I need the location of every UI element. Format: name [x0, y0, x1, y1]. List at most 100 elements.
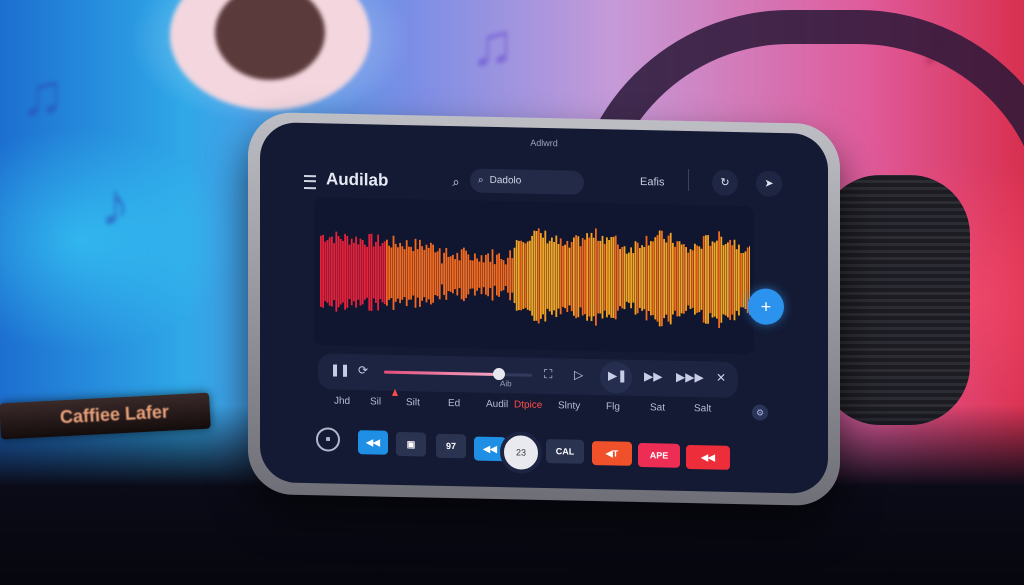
- redo-button[interactable]: ↻: [712, 169, 738, 197]
- ape-button[interactable]: APE: [638, 443, 680, 469]
- waveform-bar: [491, 249, 494, 301]
- label-silt[interactable]: Silt: [406, 397, 420, 408]
- headphones-cup: [820, 175, 970, 425]
- waveform-bar: [421, 246, 423, 301]
- label-sat[interactable]: Sat: [650, 402, 665, 413]
- waveform-bar: [454, 259, 456, 290]
- waveform[interactable]: [320, 197, 750, 354]
- progress-slider[interactable]: [384, 367, 532, 381]
- waveform-bar: [573, 237, 575, 316]
- waveform-bar: [438, 248, 441, 300]
- fast-forward-icon[interactable]: ▶▶: [644, 369, 662, 383]
- waveform-bar: [535, 230, 538, 321]
- waveform-bar: [632, 253, 635, 303]
- waveform-bar: [617, 244, 619, 311]
- waveform-bar: [496, 254, 498, 296]
- label-salt[interactable]: Salt: [694, 403, 711, 414]
- add-button[interactable]: +: [748, 288, 784, 326]
- label-audil[interactable]: Audil: [486, 399, 508, 410]
- waveform-bar: [476, 258, 478, 291]
- waveform-bar: [698, 246, 701, 313]
- waveform-bar: [366, 246, 369, 298]
- waveform-bar: [652, 241, 655, 316]
- waveform-bar: [597, 240, 600, 314]
- waveform-bar: [427, 247, 430, 300]
- label-flg[interactable]: Flg: [606, 401, 620, 412]
- waveform-bar: [401, 246, 404, 300]
- waveform-bar: [621, 246, 624, 309]
- play-icon[interactable]: ▷: [574, 368, 583, 382]
- label-slnty[interactable]: Slnty: [558, 400, 580, 411]
- waveform-bar: [744, 251, 747, 310]
- waveform-bar: [711, 241, 714, 318]
- waveform-bar: [370, 233, 373, 312]
- waveform-bar: [614, 235, 617, 320]
- shuffle-icon[interactable]: ✕: [716, 371, 726, 385]
- waveform-bar: [720, 236, 723, 323]
- redo-icon: ↻: [720, 176, 730, 189]
- label-jhd[interactable]: Jhd: [334, 396, 350, 407]
- divider: [688, 169, 689, 192]
- settings-icon[interactable]: ⚙: [752, 404, 768, 421]
- waveform-bar: [346, 235, 349, 308]
- waveform-bar: [419, 239, 421, 307]
- waveform-bar: [335, 231, 338, 312]
- trim-button[interactable]: ◀T: [592, 441, 632, 466]
- value-97-button[interactable]: 97: [436, 434, 466, 459]
- waveform-bar: [518, 240, 520, 311]
- waveform-bar: [559, 238, 562, 315]
- waveform-bar: [443, 252, 445, 295]
- search-input[interactable]: ⌕ Dadolo: [470, 168, 584, 195]
- menu-icon[interactable]: [304, 174, 316, 190]
- cal-button[interactable]: CAL: [546, 438, 584, 464]
- rewind-button[interactable]: ◀◀: [358, 430, 388, 455]
- label-dtpice[interactable]: Dtpice: [514, 399, 542, 411]
- label-ed[interactable]: Ed: [448, 398, 460, 409]
- waveform-bar: [544, 230, 547, 322]
- waveform-bar: [658, 230, 661, 327]
- waveform-bar: [612, 236, 615, 319]
- waveform-bar: [709, 245, 712, 314]
- top-caption: Adlwrd: [530, 137, 558, 149]
- action-buttons: ◀◀ ▣ 97 ◀◀ CAL ◀T APE ◀◀: [260, 122, 828, 471]
- waveform-bar: [502, 260, 505, 291]
- waveform-bar: [610, 236, 613, 318]
- waveform-bar: [500, 258, 503, 292]
- play-next-icon[interactable]: ▶❚: [608, 368, 627, 382]
- waveform-bar: [513, 247, 516, 304]
- waveform-bar: [661, 230, 663, 327]
- app-screen: Adlwrd Audilab ⌕ ⌕ Dadolo Eafis ↻ ➤ + ❚❚ …: [260, 122, 828, 494]
- waveform-bar: [603, 243, 606, 311]
- search-icon[interactable]: ⌕: [446, 172, 466, 192]
- lock-button[interactable]: ■: [316, 427, 340, 452]
- waveform-bar: [339, 238, 342, 305]
- search-value: Dadolo: [489, 174, 522, 187]
- skip-forward-icon[interactable]: ▶▶▶: [676, 370, 704, 385]
- waveform-bar: [531, 235, 533, 316]
- loop-icon[interactable]: ⟳: [358, 363, 368, 377]
- waveform-bar: [529, 240, 531, 311]
- waveform-bar: [625, 253, 628, 302]
- share-button[interactable]: ➤: [756, 170, 782, 197]
- edits-tab[interactable]: Eafis: [640, 176, 664, 189]
- pause-icon[interactable]: ❚❚: [330, 363, 350, 377]
- rewind-button-red[interactable]: ◀◀: [686, 445, 730, 471]
- waveform-bar: [584, 239, 586, 315]
- waveform-bar: [586, 233, 589, 321]
- label-sil[interactable]: Sil: [370, 396, 381, 407]
- waveform-bar: [727, 242, 729, 318]
- save-button[interactable]: ▣: [396, 432, 426, 457]
- waveform-bar: [463, 247, 465, 302]
- waveform-bar: [665, 242, 668, 315]
- crop-icon[interactable]: ⛶: [544, 367, 552, 382]
- waveform-panel[interactable]: [314, 197, 754, 355]
- waveform-bar: [564, 244, 566, 309]
- waveform-bar: [685, 247, 688, 311]
- waveform-bar: [469, 260, 472, 289]
- value-dial[interactable]: 23: [500, 431, 542, 474]
- waveform-bar: [738, 244, 740, 316]
- waveform-bar: [471, 260, 474, 289]
- waveform-bar: [537, 228, 540, 324]
- waveform-bar: [381, 242, 384, 303]
- waveform-bar: [456, 252, 459, 296]
